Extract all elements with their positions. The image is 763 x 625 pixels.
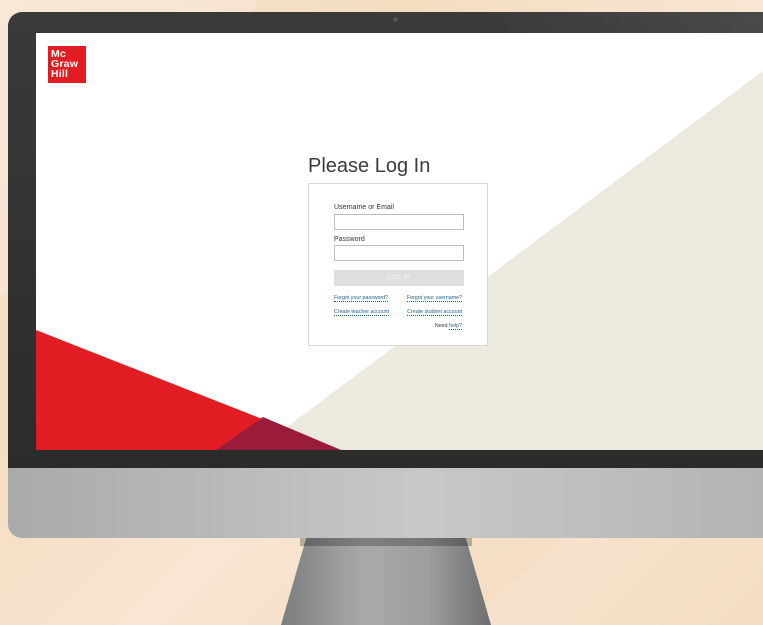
login-card: Username or Email Password LOG IN Forgot…	[308, 183, 488, 346]
monitor-screen: Mc Graw Hill Please Log In Username or E…	[36, 33, 763, 450]
brand-logo: Mc Graw Hill	[48, 46, 86, 83]
forgot-password-link[interactable]: Forgot your password?	[334, 295, 389, 302]
stand-shadow	[300, 538, 472, 546]
forgot-username-link[interactable]: Forgot your username?	[406, 295, 462, 302]
camera-icon	[393, 17, 398, 22]
monitor-bezel: Mc Graw Hill Please Log In Username or E…	[8, 12, 763, 468]
create-teacher-account-link[interactable]: Create teacher account	[334, 309, 390, 316]
create-student-account-link[interactable]: Create student account	[407, 309, 462, 316]
help-link[interactable]: help?	[449, 323, 462, 330]
username-label: Username or Email	[334, 204, 394, 211]
need-help-text: Need help?	[434, 323, 462, 330]
monitor-stand	[281, 538, 491, 625]
password-label: Password	[334, 236, 365, 243]
username-input[interactable]	[334, 214, 464, 230]
page-title: Please Log In	[308, 155, 431, 177]
logo-line: Hill	[51, 68, 69, 80]
need-help-prefix: Need	[434, 323, 448, 329]
monitor-chin	[8, 468, 763, 538]
login-button[interactable]: LOG IN	[334, 270, 464, 286]
password-input[interactable]	[334, 245, 464, 261]
